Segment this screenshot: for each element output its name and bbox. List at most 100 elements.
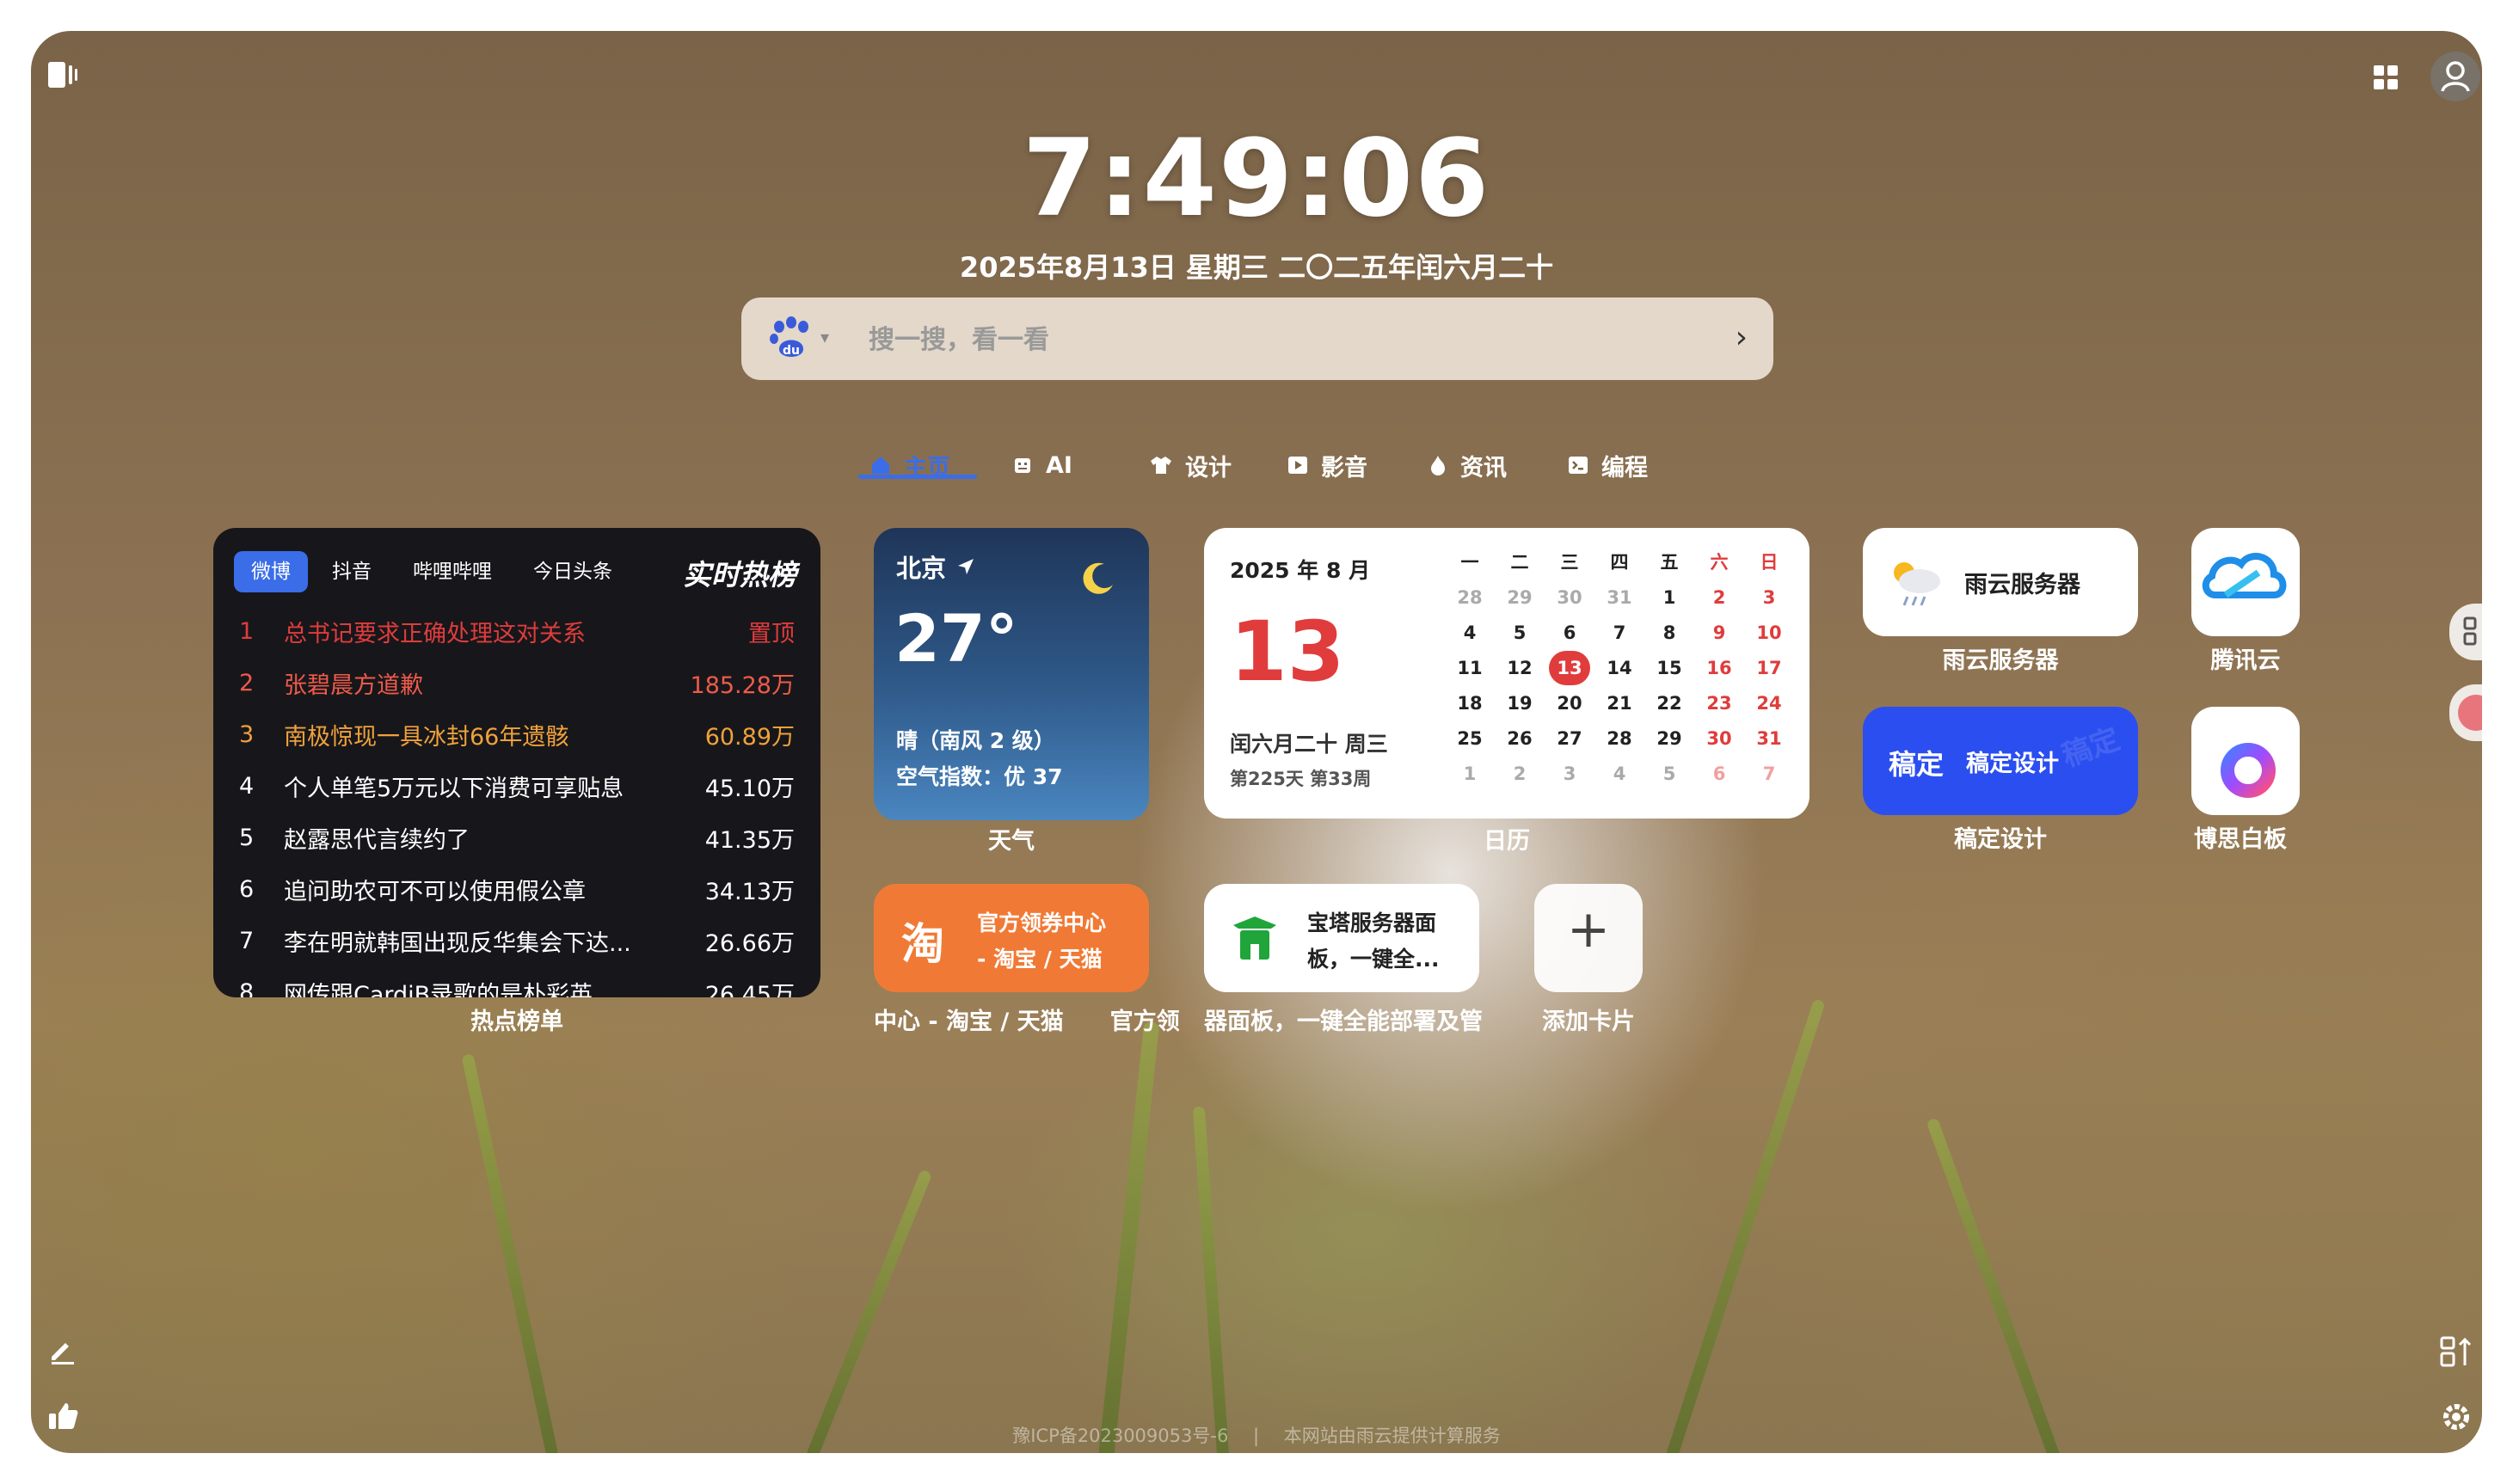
- calendar-weekday-header: 一: [1460, 552, 1479, 573]
- tab-home[interactable]: 主页: [869, 435, 950, 495]
- calendar-day[interactable]: 2: [1495, 757, 1545, 791]
- calendar-day[interactable]: 27: [1545, 721, 1594, 756]
- calendar-day[interactable]: 16: [1694, 651, 1744, 685]
- hot-item-value: 45.10万: [704, 775, 795, 802]
- tab-news[interactable]: 资讯: [1428, 435, 1507, 495]
- hot-list-item[interactable]: 2 张碧晨方道歉 185.28万: [239, 662, 795, 703]
- hot-tab-douyin[interactable]: 抖音: [315, 551, 389, 592]
- calendar-day[interactable]: 19: [1495, 686, 1545, 721]
- hot-item-value: 26.45万: [704, 981, 795, 998]
- calendar-day[interactable]: 3: [1545, 757, 1594, 791]
- hot-list-item[interactable]: 1 总书记要求正确处理这对关系 置顶: [239, 610, 795, 652]
- tab-media[interactable]: 影音: [1287, 435, 1367, 495]
- calendar-day[interactable]: 28: [1594, 721, 1644, 756]
- calendar-day[interactable]: 17: [1744, 651, 1794, 685]
- calendar-day[interactable]: 26: [1495, 721, 1545, 756]
- sidebar-toggle-icon[interactable]: [46, 60, 79, 89]
- calendar-day[interactable]: 29: [1495, 580, 1545, 615]
- calendar-weekday-header: 六: [1710, 552, 1729, 573]
- calendar-day[interactable]: 4: [1445, 616, 1495, 650]
- search-input[interactable]: [867, 315, 1644, 365]
- footer-icp-link[interactable]: 豫ICP备2023009053号-6: [1012, 1426, 1228, 1446]
- hot-item-value: 26.66万: [704, 929, 795, 957]
- calendar-day[interactable]: 6: [1545, 616, 1594, 650]
- search-bar[interactable]: du ▾ ›: [741, 297, 1773, 380]
- calendar-day[interactable]: 31: [1594, 580, 1644, 615]
- hot-list-item[interactable]: 6 追问助农可不可以使用假公章 34.13万: [239, 868, 795, 910]
- hot-list-widget[interactable]: 微博 抖音 哔哩哔哩 今日头条 实时热榜 1 总书记要求正确处理这对关系 置顶 2 张碧…: [213, 528, 820, 997]
- calendar-day[interactable]: 13: [1549, 651, 1590, 685]
- calendar-day[interactable]: 5: [1644, 757, 1694, 791]
- calendar-day[interactable]: 21: [1594, 686, 1644, 721]
- calendar-day[interactable]: 6: [1694, 757, 1744, 791]
- hot-item-rank: 3: [239, 721, 255, 748]
- calendar-day[interactable]: 7: [1594, 616, 1644, 650]
- hot-item-value: 185.28万: [690, 671, 795, 699]
- apps-grid-icon[interactable]: [2372, 64, 2399, 91]
- baidu-paw-icon[interactable]: du: [767, 316, 815, 361]
- calendar-weekday-header: 三: [1560, 552, 1579, 573]
- calendar-day[interactable]: 24: [1744, 686, 1794, 721]
- calendar-day[interactable]: 20: [1545, 686, 1594, 721]
- calendar-day[interactable]: 30: [1694, 721, 1744, 756]
- calendar-day[interactable]: 23: [1694, 686, 1744, 721]
- hot-list-item[interactable]: 7 李在明就韩国出现反华集会下达... 26.66万: [239, 920, 795, 961]
- chevron-right-icon[interactable]: ›: [1736, 320, 1748, 355]
- hot-list-item[interactable]: 3 南极惊现一具冰封66年遗骸 60.89万: [239, 714, 795, 755]
- app-card-baota[interactable]: 宝塔服务器面 板，一键全...: [1204, 884, 1479, 992]
- robot-icon: [1015, 458, 1030, 473]
- calendar-day[interactable]: 5: [1495, 616, 1545, 650]
- weather-caption: 天气: [988, 828, 1035, 855]
- hot-list-item[interactable]: 4 个人单笔5万元以下消费可享贴息 45.10万: [239, 765, 795, 806]
- add-card-button[interactable]: +: [1534, 884, 1643, 992]
- calendar-day[interactable]: 25: [1445, 721, 1495, 756]
- calendar-day[interactable]: 12: [1495, 651, 1545, 685]
- plus-icon: +: [1566, 899, 1611, 960]
- calendar-day[interactable]: 8: [1644, 616, 1694, 650]
- app-icon-tencent-cloud[interactable]: [2191, 528, 2300, 636]
- calendar-day[interactable]: 31: [1744, 721, 1794, 756]
- calendar-day[interactable]: 10: [1744, 616, 1794, 650]
- tab-ai[interactable]: AI: [1011, 435, 1072, 495]
- app-card-taobao[interactable]: 淘 官方领券中心 - 淘宝 / 天猫: [874, 884, 1149, 992]
- calendar-week-info: 第225天 第33周: [1230, 769, 1372, 789]
- hot-item-rank: 4: [239, 772, 255, 800]
- calendar-day[interactable]: 28: [1445, 580, 1495, 615]
- moon-icon: [1078, 559, 1118, 602]
- weather-widget[interactable]: 北京 27° 晴（南风 2 级） 空气指数：优 37: [874, 528, 1149, 820]
- app-card-gaoding[interactable]: 稿定 稿定设计 稿定: [1863, 707, 2138, 815]
- calendar-day[interactable]: 18: [1445, 686, 1495, 721]
- calendar-day[interactable]: 29: [1644, 721, 1694, 756]
- boardmix-icon: [2219, 721, 2276, 798]
- calendar-widget[interactable]: 2025 年 8 月 13 闰六月二十 周三 第225天 第33周 一二三四五六…: [1204, 528, 1809, 819]
- hot-tab-weibo[interactable]: 微博: [234, 551, 308, 592]
- calendar-day[interactable]: 22: [1644, 686, 1694, 721]
- calendar-day[interactable]: 2: [1694, 580, 1744, 615]
- calendar-day[interactable]: 9: [1694, 616, 1744, 650]
- calendar-day[interactable]: 7: [1744, 757, 1794, 791]
- sort-icon[interactable]: [2439, 1334, 2475, 1372]
- tab-design[interactable]: 设计: [1149, 435, 1232, 495]
- chevron-down-icon[interactable]: ▾: [820, 327, 829, 347]
- hot-tab-bilibili[interactable]: 哔哩哔哩: [396, 551, 509, 592]
- edit-pencil-icon[interactable]: [46, 1334, 77, 1369]
- taobao-logo: 淘: [901, 919, 944, 969]
- calendar-day[interactable]: 3: [1744, 580, 1794, 615]
- calendar-day[interactable]: 1: [1644, 580, 1694, 615]
- side-panel-toggle-button[interactable]: [2449, 604, 2482, 660]
- calendar-day[interactable]: 15: [1644, 651, 1694, 685]
- hot-tab-toutiao[interactable]: 今日头条: [516, 551, 623, 592]
- calendar-day[interactable]: 4: [1594, 757, 1644, 791]
- app-icon-boardmix[interactable]: [2191, 707, 2300, 815]
- user-avatar[interactable]: [2430, 52, 2480, 101]
- calendar-day[interactable]: 1: [1445, 757, 1495, 791]
- calendar-day[interactable]: 30: [1545, 580, 1594, 615]
- app-card-yuyun[interactable]: 雨云服务器: [1863, 528, 2138, 636]
- gaoding-logo: 稿定: [1889, 748, 1945, 781]
- hot-list-item[interactable]: 8 网传跟CardiB录歌的是朴彩英 26.45万: [239, 972, 795, 998]
- calendar-day[interactable]: 11: [1445, 651, 1495, 685]
- calendar-day[interactable]: 14: [1594, 651, 1644, 685]
- tab-coding[interactable]: 编程: [1567, 435, 1648, 495]
- hot-list-item[interactable]: 5 赵露思代言续约了 41.35万: [239, 817, 795, 858]
- side-avatar-button[interactable]: [2449, 684, 2482, 741]
